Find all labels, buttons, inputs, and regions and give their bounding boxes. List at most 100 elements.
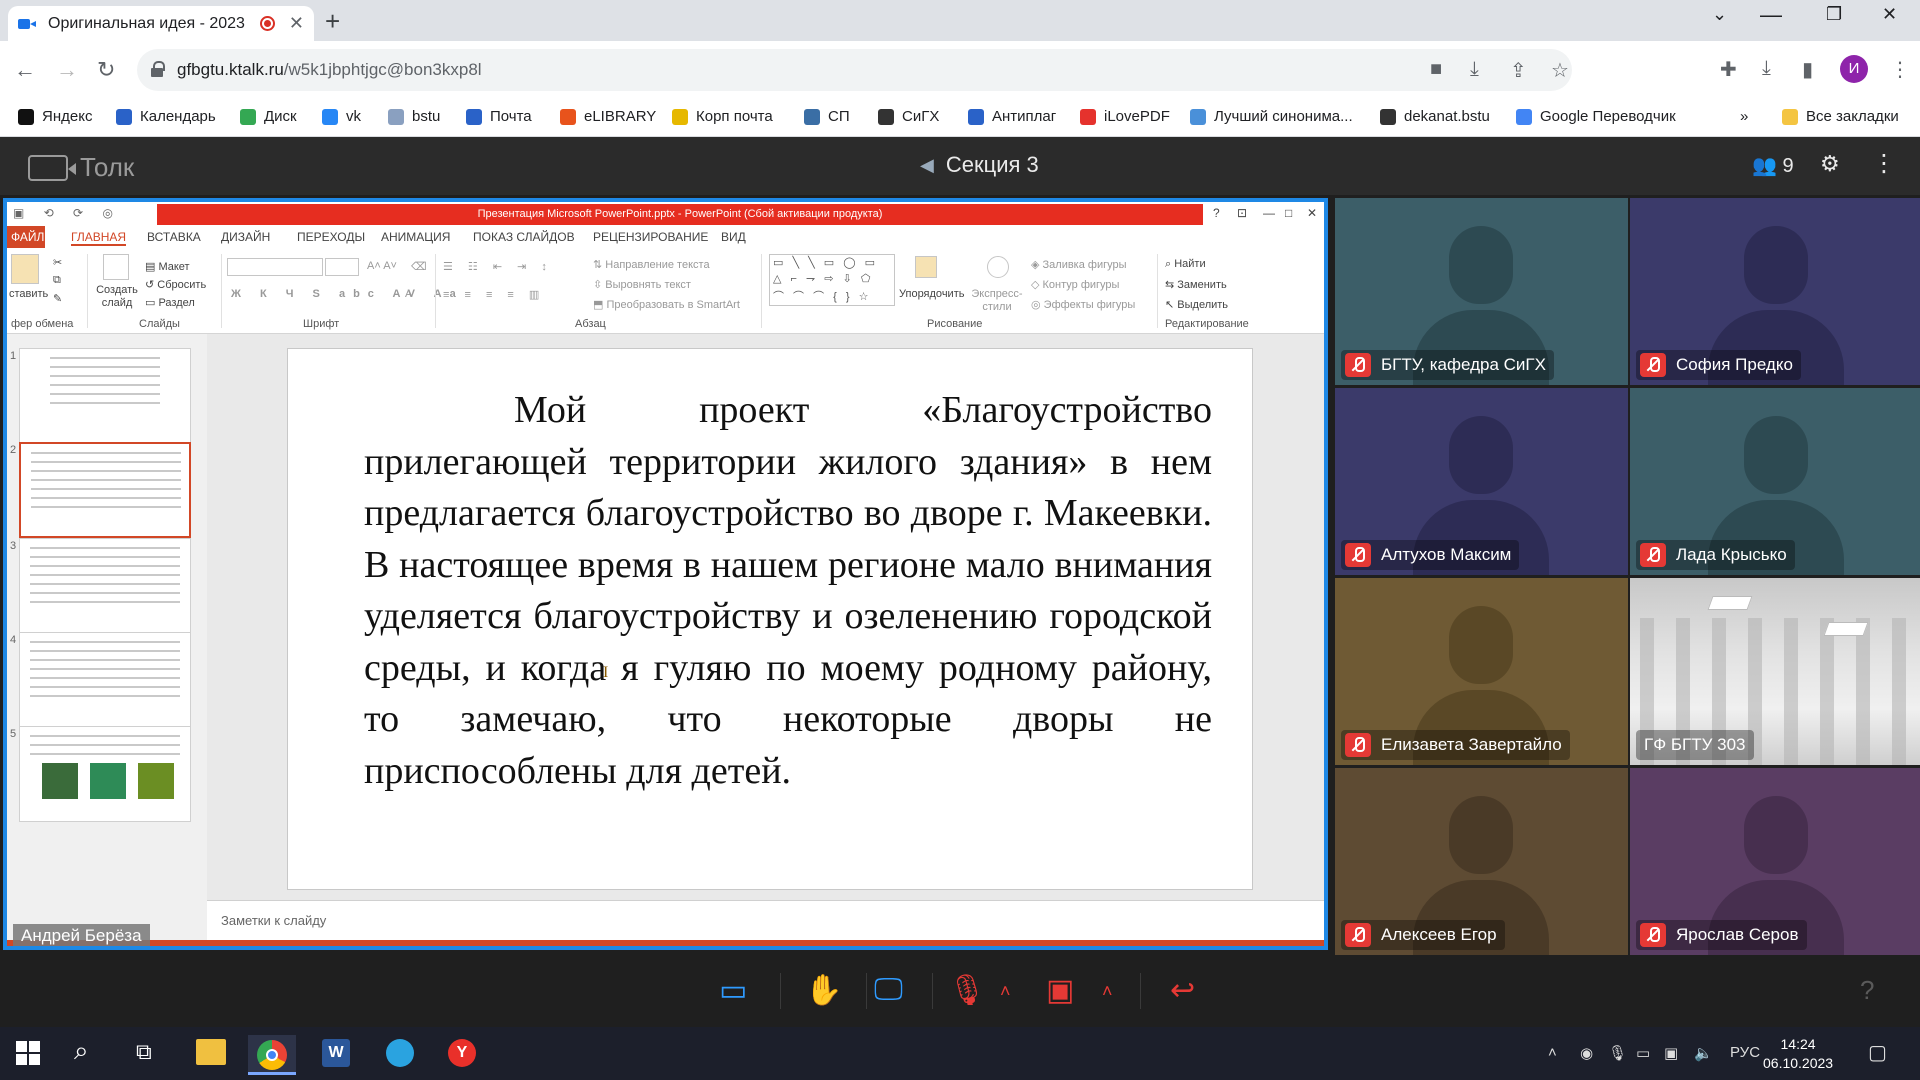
back-arrow-icon[interactable]: ← (14, 57, 36, 83)
ppt-tab[interactable]: ДИЗАЙН (221, 230, 270, 244)
slide-thumbnail[interactable] (19, 442, 191, 538)
bookmark-drive[interactable]: Диск (240, 108, 297, 125)
browser-menu-icon[interactable]: ⋮ (1890, 57, 1910, 82)
ppt-tab[interactable]: ВИД (721, 230, 746, 244)
microphone-muted-icon[interactable]: 🎙 (948, 973, 986, 1008)
list-icons[interactable]: ☰ ☷ ⇤ ⇥ ↕ (443, 260, 553, 273)
tab-search-chevron-icon[interactable]: ⌄ (1712, 4, 1727, 25)
quick-styles-icon[interactable] (987, 256, 1009, 278)
bookmark-yandex[interactable]: Яндекс (18, 108, 92, 125)
paste-button[interactable]: ставить (9, 288, 48, 300)
shape-outline-button[interactable]: ◇ Контур фигуры (1031, 278, 1119, 291)
browser-tab-active[interactable]: Оригинальная идея - 2023 ✕ (8, 6, 314, 41)
bookmark-dekanat[interactable]: dekanat.bstu (1380, 108, 1490, 125)
url-text[interactable]: gfbgtu.ktalk.ru/w5k1jbphtjgc@bon3kxp8l (177, 60, 482, 80)
slide-thumbnail[interactable] (19, 632, 191, 728)
tray-overflow-icon[interactable]: ˄ (1548, 1044, 1557, 1061)
participant-tile[interactable]: БГТУ, кафедра СиГХ (1335, 198, 1628, 385)
install-app-icon[interactable]: ⤓ (1470, 58, 1479, 81)
quick-styles-button[interactable]: Экспресс-стили (969, 288, 1025, 314)
layout-button[interactable]: ▤ Макет (145, 260, 190, 273)
ppt-tab[interactable]: ПЕРЕХОДЫ (297, 230, 365, 244)
bookmark-star-icon[interactable]: ☆ (1551, 58, 1569, 83)
align-text-button[interactable]: ⇳ Выровнять текст (593, 278, 691, 291)
bookmark-ilovepdf[interactable]: iLovePDF (1080, 108, 1170, 125)
text-direction-button[interactable]: ⇅ Направление текста (593, 258, 710, 271)
paste-icon[interactable] (11, 254, 39, 284)
ppt-tab[interactable]: ФАЙЛ (7, 226, 45, 248)
copy-icon[interactable]: ⧉ (53, 274, 61, 287)
extensions-puzzle-icon[interactable]: ✚ (1720, 57, 1737, 82)
shapes-row-3[interactable]: ⌒ ⌒ ⌒ { } ☆ (773, 288, 872, 304)
ppt-close-icon[interactable]: ✕ (1307, 206, 1317, 220)
downloads-icon[interactable]: ⤓ (1762, 57, 1771, 80)
all-bookmarks[interactable]: Все закладки (1782, 108, 1899, 125)
slide-thumbnail[interactable] (19, 726, 191, 822)
font-name-field[interactable] (227, 258, 323, 276)
participant-tile[interactable]: Лада Крысько (1630, 388, 1920, 575)
raise-hand-icon[interactable]: ✋ (805, 973, 842, 1008)
bookmark-synonym[interactable]: Лучший синонима... (1190, 108, 1353, 125)
bookmark-antiplag[interactable]: Антиплаг (968, 108, 1056, 125)
participant-tile[interactable]: ГФ БГТУ 303 (1630, 578, 1920, 765)
bookmarks-overflow[interactable]: » (1740, 108, 1748, 125)
search-icon[interactable]: ⌕ (74, 1035, 108, 1069)
select-button[interactable]: ↖ Выделить (1165, 298, 1228, 311)
shape-effects-button[interactable]: ◎ Эффекты фигуры (1031, 298, 1135, 311)
ppt-tab[interactable]: АНИМАЦИЯ (381, 230, 450, 244)
bookmark-translate[interactable]: Google Переводчик (1516, 108, 1676, 125)
ppt-tab[interactable]: РЕЦЕНЗИРОВАНИЕ (593, 230, 708, 244)
slide-thumbnail[interactable] (19, 348, 191, 444)
volume-icon[interactable]: 🔈 (1694, 1044, 1713, 1062)
screen-share[interactable]: ▣ ⟲ ⟳ ◎ Презентация Microsoft PowerPoint… (3, 198, 1328, 950)
bookmark-mail[interactable]: Почта (466, 108, 532, 125)
section-button[interactable]: ▭ Раздел (145, 296, 195, 309)
participant-tile[interactable]: Алексеев Егор (1335, 768, 1628, 955)
task-view-icon[interactable]: ⧉ (136, 1039, 170, 1073)
participant-tile[interactable]: София Предко (1630, 198, 1920, 385)
tray-camera-icon[interactable]: ◉ (1580, 1044, 1593, 1062)
current-slide[interactable]: Мой проект «Благоустройство прилегающей … (287, 348, 1253, 890)
word-icon[interactable]: W (322, 1039, 350, 1067)
smartart-button[interactable]: ⬒ Преобразовать в SmartArt (593, 298, 740, 311)
help-icon[interactable]: ? (1213, 206, 1220, 220)
shapes-row-2[interactable]: △ ⌐ ⇁ ⇨ ⇩ ⬠ (773, 272, 873, 285)
share-icon[interactable]: ⇪ (1510, 58, 1527, 83)
slide-body-text[interactable]: Мой проект «Благоустройство прилегающей … (364, 385, 1212, 797)
chrome-taskbar-item[interactable] (248, 1035, 296, 1075)
mic-options-chevron-icon[interactable]: ˄ (1000, 981, 1011, 1002)
close-window-icon[interactable]: ✕ (1882, 4, 1897, 25)
help-question-icon[interactable]: ? (1860, 975, 1874, 1006)
camera-in-use-icon[interactable]: ■ (1430, 58, 1442, 81)
font-color-icon[interactable]: A (405, 288, 412, 300)
camera-off-icon[interactable]: ▣ (1046, 973, 1074, 1008)
replace-button[interactable]: ⇆ Заменить (1165, 278, 1227, 291)
new-tab-icon[interactable]: + (325, 6, 340, 37)
file-explorer-icon[interactable] (196, 1039, 226, 1065)
profile-avatar[interactable]: И (1840, 55, 1868, 83)
ppt-tab[interactable]: ВСТАВКА (147, 230, 201, 244)
leave-call-icon[interactable]: ↩ (1170, 973, 1195, 1008)
new-slide-button[interactable]: Создать слайд (95, 284, 139, 310)
more-options-icon[interactable]: ⋮ (1872, 149, 1896, 178)
forward-arrow-icon[interactable]: → (56, 57, 78, 83)
ribbon-display-icon[interactable]: ⊡ (1237, 206, 1247, 220)
font-size-field[interactable] (325, 258, 359, 276)
tray-microphone-icon[interactable]: 🎙 (1608, 1044, 1627, 1062)
ppt-maximize-icon[interactable]: □ (1285, 206, 1292, 220)
ppt-tab[interactable]: ПОКАЗ СЛАЙДОВ (473, 230, 575, 244)
slide-thumbnail[interactable] (19, 538, 191, 634)
reload-icon[interactable]: ↻ (97, 57, 115, 83)
font-style-icons[interactable]: Ж К Ч S abc AV Aa (231, 288, 464, 300)
ppt-tab[interactable]: ГЛАВНАЯ (71, 230, 127, 246)
side-panel-icon[interactable]: ▮ (1802, 57, 1813, 82)
telegram-icon[interactable] (386, 1039, 414, 1067)
ppt-minimize-icon[interactable]: — (1263, 206, 1275, 220)
restore-window-icon[interactable]: ❐ (1826, 4, 1842, 25)
bookmark-vk[interactable]: vk (322, 108, 361, 125)
gear-icon[interactable]: ⚙ (1820, 151, 1840, 177)
input-language[interactable]: РУС (1730, 1044, 1760, 1061)
bookmark-sigh[interactable]: СиГХ (878, 108, 939, 125)
font-grow-icon[interactable]: A˄ A˅ (367, 260, 397, 272)
battery-icon[interactable]: ▭ (1636, 1044, 1650, 1062)
